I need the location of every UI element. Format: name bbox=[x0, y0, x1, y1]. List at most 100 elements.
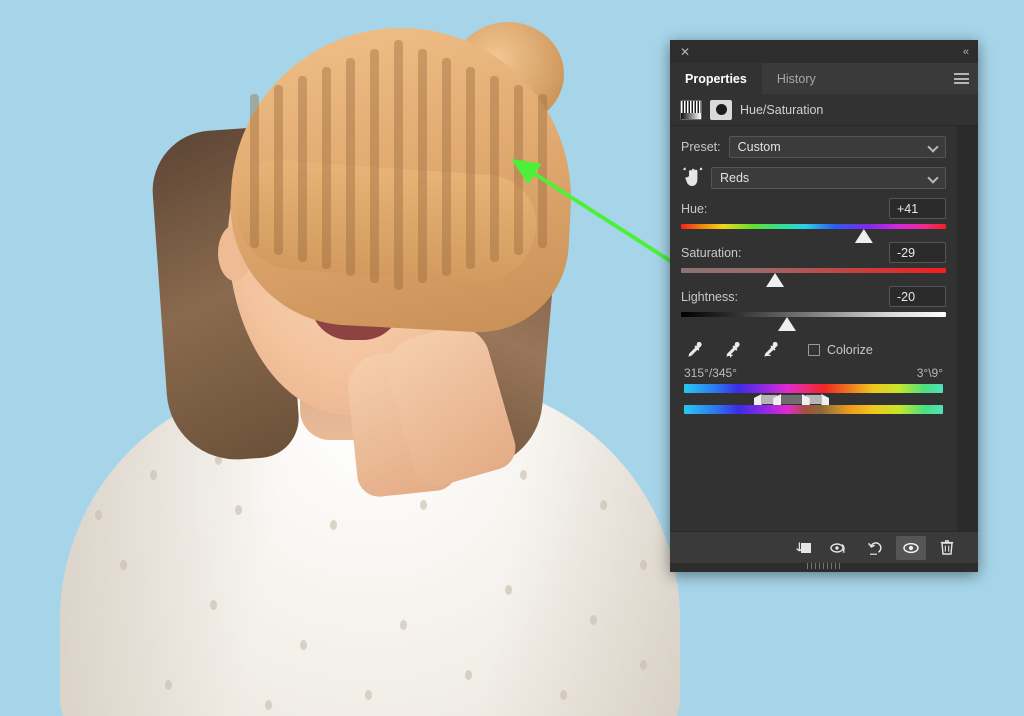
saturation-label: Saturation: bbox=[681, 246, 741, 260]
panel-scrollbar[interactable] bbox=[957, 126, 978, 531]
lightness-slider-thumb[interactable] bbox=[778, 317, 796, 331]
delete-trash-icon[interactable] bbox=[932, 536, 962, 560]
hue-value-field[interactable]: +41 bbox=[889, 198, 946, 219]
hue-label: Hue: bbox=[681, 202, 707, 216]
sweater-dot bbox=[300, 640, 307, 650]
lightness-track[interactable] bbox=[681, 310, 946, 330]
saturation-slider-block: Saturation: -29 bbox=[670, 242, 957, 286]
preset-row: Preset: Custom bbox=[670, 136, 957, 158]
sweater-dot bbox=[165, 680, 172, 690]
hat-rib bbox=[538, 94, 547, 248]
preset-select[interactable]: Custom bbox=[729, 136, 946, 158]
toggle-previous-state-icon[interactable] bbox=[824, 536, 854, 560]
color-range-labels: 315°/345° 3°\9° bbox=[684, 366, 943, 380]
adjustment-layer-icon[interactable] bbox=[680, 100, 702, 120]
on-image-adjust-icon[interactable] bbox=[681, 167, 705, 189]
channel-select[interactable]: Reds bbox=[711, 167, 946, 189]
adjustment-header: Hue/Saturation bbox=[670, 94, 978, 126]
colorize-checkbox-row[interactable]: Colorize bbox=[808, 343, 873, 357]
channel-row: Reds bbox=[670, 167, 957, 189]
color-range-spectrum-bottom bbox=[684, 405, 943, 414]
close-icon[interactable]: ✕ bbox=[680, 46, 690, 58]
saturation-track[interactable] bbox=[681, 266, 946, 286]
sweater-dot bbox=[640, 660, 647, 670]
color-range-bars bbox=[684, 384, 943, 414]
chevron-down-icon bbox=[927, 141, 938, 152]
color-range-controls[interactable] bbox=[684, 394, 943, 405]
preset-value: Custom bbox=[738, 140, 781, 154]
sweater-dot bbox=[640, 560, 647, 570]
range-handle-fade-left[interactable] bbox=[754, 394, 762, 405]
color-range-right-label: 3°\9° bbox=[917, 366, 943, 380]
hat-rib bbox=[298, 76, 307, 262]
panel-tabbar: Properties History bbox=[670, 63, 978, 94]
eyedropper-add-icon[interactable] bbox=[722, 340, 742, 360]
saturation-gradient-bar bbox=[681, 268, 946, 273]
chevron-down-icon bbox=[927, 172, 938, 183]
hat-rib bbox=[322, 67, 331, 269]
hue-gradient-bar bbox=[681, 224, 946, 229]
color-range-left-label: 315°/345° bbox=[684, 366, 737, 380]
reset-icon[interactable] bbox=[860, 536, 890, 560]
hat-rib bbox=[370, 49, 379, 283]
hue-slider-block: Hue: +41 bbox=[670, 198, 957, 242]
clip-to-layer-icon[interactable] bbox=[788, 536, 818, 560]
lightness-slider-block: Lightness: -20 bbox=[670, 286, 957, 330]
sweater-dot bbox=[420, 500, 427, 510]
hat-rib bbox=[490, 76, 499, 262]
hat-rib bbox=[346, 58, 355, 276]
adjustment-title: Hue/Saturation bbox=[740, 103, 823, 117]
sweater-dot bbox=[235, 505, 242, 515]
range-core bbox=[777, 395, 805, 404]
hue-slider-thumb[interactable] bbox=[855, 229, 873, 243]
tools-row: Colorize bbox=[670, 330, 957, 364]
collapse-icon[interactable]: « bbox=[963, 46, 968, 58]
hat-rib bbox=[250, 94, 259, 248]
hat-rib bbox=[274, 85, 283, 255]
sweater-dot bbox=[150, 470, 157, 480]
panel-footer bbox=[670, 531, 978, 563]
color-range-spectrum-top bbox=[684, 384, 943, 393]
sweater-dot bbox=[465, 670, 472, 680]
hat-rib bbox=[514, 85, 523, 255]
range-handle-fade-right[interactable] bbox=[821, 394, 829, 405]
sweater-dot bbox=[120, 560, 127, 570]
sweater-dot bbox=[505, 585, 512, 595]
sweater-dot bbox=[365, 690, 372, 700]
colorize-label: Colorize bbox=[827, 343, 873, 357]
tab-properties[interactable]: Properties bbox=[670, 63, 762, 94]
saturation-value-field[interactable]: -29 bbox=[889, 242, 946, 263]
saturation-slider-thumb[interactable] bbox=[766, 273, 784, 287]
lightness-value-field[interactable]: -20 bbox=[889, 286, 946, 307]
tab-history[interactable]: History bbox=[762, 63, 831, 94]
channel-value: Reds bbox=[720, 171, 749, 185]
sweater-dot bbox=[265, 700, 272, 710]
eyedropper-subtract-icon[interactable] bbox=[760, 340, 780, 360]
panel-resize-grip[interactable] bbox=[807, 563, 841, 569]
sweater-dot bbox=[600, 500, 607, 510]
hue-track[interactable] bbox=[681, 222, 946, 242]
sweater-dot bbox=[330, 520, 337, 530]
visibility-eye-icon[interactable] bbox=[896, 536, 926, 560]
hat-rib bbox=[466, 67, 475, 269]
lightness-label: Lightness: bbox=[681, 290, 738, 304]
color-range-section: 315°/345° 3°\9° bbox=[670, 364, 957, 414]
panel-body: Preset: Custom Reds bbox=[670, 126, 978, 531]
sweater-dot bbox=[520, 470, 527, 480]
panel-content: Preset: Custom Reds bbox=[670, 126, 957, 531]
layer-mask-icon[interactable] bbox=[710, 100, 732, 120]
eyedropper-icon[interactable] bbox=[684, 340, 704, 360]
colorize-checkbox[interactable] bbox=[808, 344, 820, 356]
sweater-dot bbox=[95, 510, 102, 520]
panel-titlebar: ✕ « bbox=[670, 40, 978, 63]
sweater-dot bbox=[400, 620, 407, 630]
hat-rib bbox=[418, 49, 427, 283]
sweater-dot bbox=[560, 690, 567, 700]
lightness-gradient-bar bbox=[681, 312, 946, 317]
properties-panel: ✕ « Properties History Hue/Saturation Pr… bbox=[670, 40, 978, 572]
hat-rib bbox=[442, 58, 451, 276]
sweater-dot bbox=[590, 615, 597, 625]
preset-label: Preset: bbox=[681, 140, 721, 154]
sweater-dot bbox=[210, 600, 217, 610]
hamburger-menu-icon[interactable] bbox=[954, 73, 969, 84]
